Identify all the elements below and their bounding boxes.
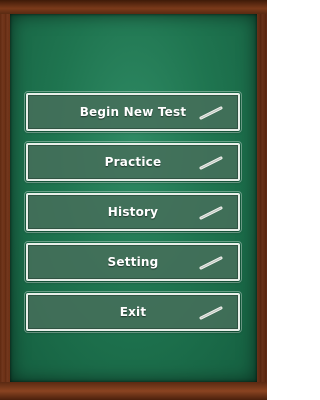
chalk-icon <box>199 306 223 320</box>
exit-button[interactable]: Exit <box>24 291 242 333</box>
setting-button[interactable]: Setting <box>24 241 242 283</box>
practice-label: Practice <box>104 155 162 169</box>
chalk-icon <box>199 106 223 120</box>
exit-label: Exit <box>119 305 147 319</box>
practice-button[interactable]: Practice <box>24 141 242 183</box>
frame-top-edge <box>0 0 267 14</box>
history-label: History <box>107 205 159 219</box>
begin-new-test-label: Begin New Test <box>79 105 187 119</box>
frame-bottom-edge <box>0 382 267 400</box>
setting-label: Setting <box>107 255 159 269</box>
chalk-icon <box>199 206 223 220</box>
chalk-icon <box>199 256 223 270</box>
begin-new-test-button[interactable]: Begin New Test <box>24 91 242 133</box>
chalk-icon <box>199 156 223 170</box>
history-button[interactable]: History <box>24 191 242 233</box>
